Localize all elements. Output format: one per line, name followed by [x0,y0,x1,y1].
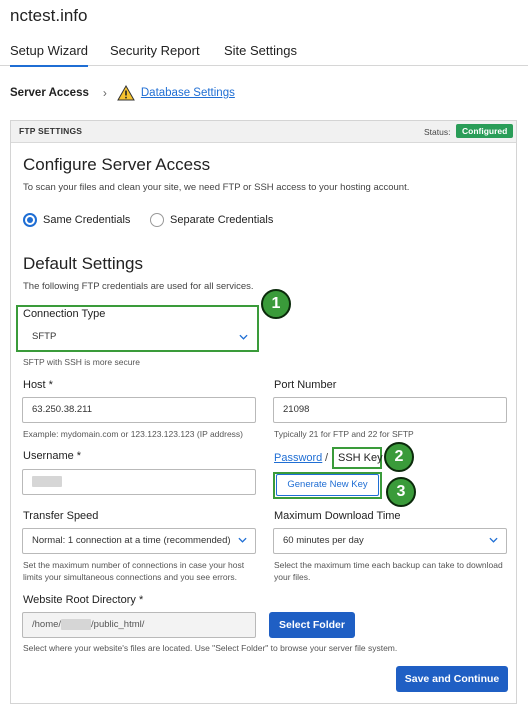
breadcrumb-separator: › [102,86,107,100]
defaults-heading: Default Settings [23,254,144,273]
port-label: Port Number [274,379,337,391]
host-label: Host * [23,379,53,391]
password-link[interactable]: Password [274,452,322,464]
tab-site-settings[interactable]: Site Settings [224,43,297,58]
username-label: Username * [23,450,82,462]
breadcrumb-link-database-settings[interactable]: Database Settings [141,87,235,99]
status-label: Status: [424,127,451,137]
radio-label: Separate Credentials [170,214,274,226]
generate-new-key-button[interactable]: Generate New Key [276,474,379,496]
download-time-value: 60 minutes per day [283,535,364,546]
connection-type-value: SFTP [32,331,57,342]
download-time-select[interactable]: 60 minutes per day [273,528,507,554]
root-directory-label: Website Root Directory * [23,594,144,606]
transfer-speed-value: Normal: 1 connection at a time (recommen… [32,535,231,546]
root-directory-input[interactable]: /home/ /public_html/ [22,612,256,638]
transfer-speed-label: Transfer Speed [23,510,99,522]
radio-dot [150,213,164,227]
chevron-down-icon [239,334,248,340]
access-heading: Configure Server Access [23,155,211,174]
panel-title: FTP SETTINGS [19,126,83,136]
radio-label: Same Credentials [43,214,131,226]
annotation-marker-3: 3 [386,477,416,507]
port-input[interactable]: 21098 [273,397,507,423]
status-badge: Configured [456,124,514,138]
root-directory-help: Select where your website's files are lo… [23,643,398,653]
connection-type-label: Connection Type [23,308,106,320]
defaults-description: The following FTP credentials are used f… [23,281,254,292]
breadcrumb-current: Server Access [10,87,89,99]
port-help: Typically 21 for FTP and 22 for SFTP [274,429,414,439]
root-suffix: /public_html/ [91,619,145,630]
auth-separator: / [325,452,329,464]
transfer-speed-help: Set the maximum number of connections in… [23,560,245,582]
ssh-key-option[interactable]: SSH Key [338,452,383,464]
main-tabs: Setup Wizard Security Report Site Settin… [0,38,528,67]
download-time-label: Maximum Download Time [274,510,401,522]
annotation-marker-1: 1 [261,289,291,319]
transfer-speed-select[interactable]: Normal: 1 connection at a time (recommen… [22,528,256,554]
chevron-down-icon [489,537,498,543]
radio-separate-credentials[interactable]: Separate Credentials [150,213,273,227]
radio-same-credentials[interactable]: Same Credentials [23,213,130,227]
access-description: To scan your files and clean your site, … [23,182,410,193]
radio-dot [23,213,37,227]
redacted-username [32,475,62,487]
connection-type-select[interactable]: SFTP [22,326,256,350]
tab-security-report[interactable]: Security Report [110,43,200,58]
tab-setup-wizard[interactable]: Setup Wizard [10,43,89,67]
root-prefix: /home/ [32,619,62,630]
username-input[interactable] [22,469,256,495]
host-input[interactable]: 63.250.38.211 [22,397,256,423]
annotation-marker-2: 2 [384,442,414,472]
site-title: nctest.info [10,6,88,25]
host-help: Example: mydomain.com or 123.123.123.123… [23,429,244,439]
redacted-user [61,618,92,630]
breadcrumb: Server Access › Database Settings [10,84,235,102]
save-and-continue-button[interactable]: Save and Continue [396,666,508,692]
chevron-down-icon [238,537,247,543]
select-folder-button[interactable]: Select Folder [269,612,355,638]
panel-header: FTP SETTINGS Status: Configured [11,121,516,143]
download-time-help: Select the maximum time each backup can … [274,560,503,582]
warning-icon [117,85,135,101]
connection-help: SFTP with SSH is more secure [23,357,140,367]
